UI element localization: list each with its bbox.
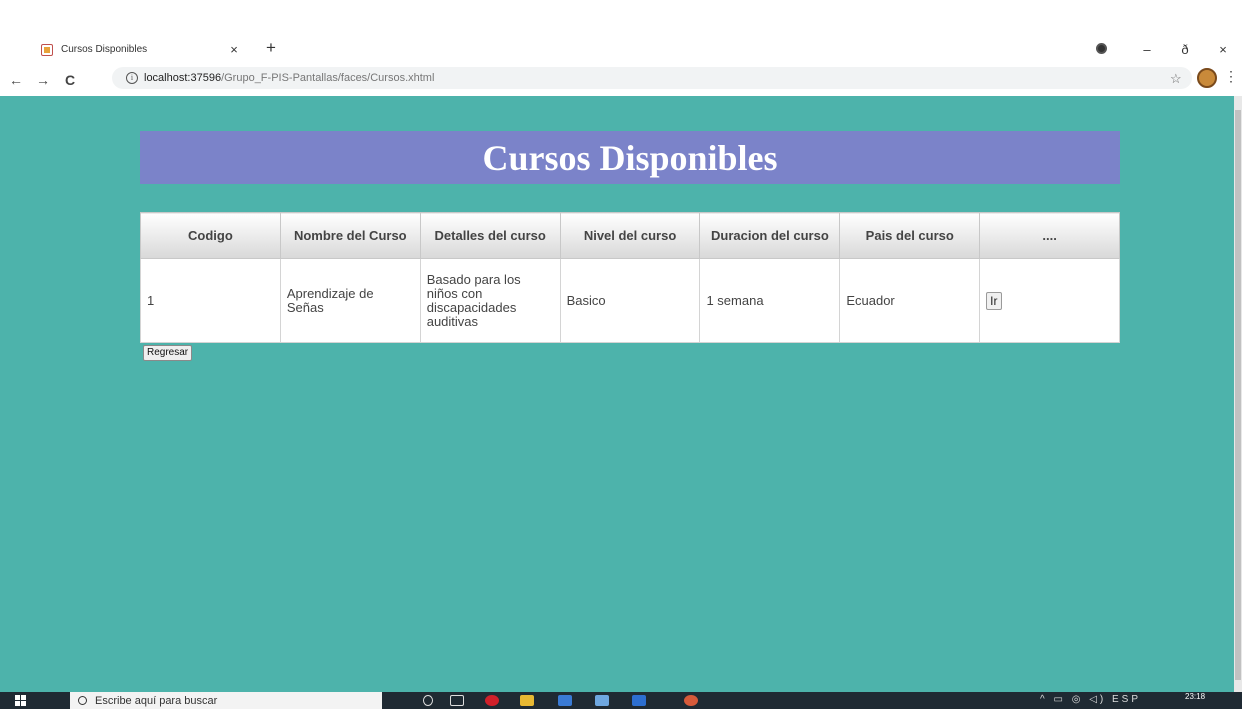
page-content: Cursos Disponibles Codigo Nombre del Cur… [0,96,1234,692]
new-tab-button[interactable]: + [262,39,280,57]
header-actions: .... [979,212,1120,259]
cell-codigo: 1 [140,258,281,343]
search-icon [78,696,87,705]
browser-menu-icon[interactable]: ⋮ [1224,68,1238,85]
chrome-icon[interactable] [684,695,698,706]
close-window-button[interactable]: × [1204,42,1242,57]
browser-toolbar: ← → C i localhost:37596 /Grupo_F-PIS-Pan… [0,63,1242,96]
header-nombre: Nombre del Curso [279,212,421,259]
header-detalles: Detalles del curso [419,212,561,259]
cortana-icon[interactable] [423,695,433,706]
store-icon[interactable] [595,695,609,706]
courses-table: Codigo Nombre del Curso Detalles del cur… [140,212,1120,343]
profile-avatar[interactable] [1197,68,1217,88]
minimize-button[interactable]: – [1128,42,1166,57]
mail-icon[interactable] [558,695,572,706]
forward-arrow-icon[interactable]: → [32,72,54,88]
page-favicon-icon [41,43,53,56]
back-arrow-icon[interactable]: ← [5,72,27,88]
cell-pais: Ecuador [839,258,981,343]
opera-icon[interactable] [485,695,499,706]
bookmark-star-icon[interactable]: ☆ [1170,71,1182,87]
system-tray[interactable]: ^ ▭ ◎ ◁) ESP [1040,694,1141,705]
cell-duracion: 1 semana [699,258,841,343]
page-banner: Cursos Disponibles [140,131,1120,184]
cell-detalles: Basado para los niños con discapacidades… [419,258,561,343]
site-info-icon[interactable]: i [126,72,138,84]
url-path: /Grupo_F-PIS-Pantallas/faces/Cursos.xhtm… [221,72,435,84]
header-duracion: Duracion del curso [699,212,841,259]
taskbar-search-placeholder: Escribe aquí para buscar [95,694,218,707]
windows-start-icon[interactable] [15,695,27,707]
regresar-button[interactable]: Regresar [143,345,193,361]
tab-close-icon[interactable]: × [226,42,242,57]
header-pais: Pais del curso [839,212,981,259]
page-title: Cursos Disponibles [482,137,778,178]
header-nivel: Nivel del curso [559,212,701,259]
taskbar-clock[interactable]: 23:18 [1185,692,1205,701]
tab-title: Cursos Disponibles [61,44,148,55]
maximize-button[interactable]: ð [1166,42,1204,57]
window-controls: – ð × [1128,36,1242,62]
ir-button[interactable]: Ir [986,291,1002,310]
header-codigo: Codigo [140,212,281,259]
task-view-icon[interactable] [450,695,464,706]
cell-nivel: Basico [559,258,701,343]
file-explorer-icon[interactable] [520,695,534,706]
table-row: 1 Aprendizaje de Señas Basado para los n… [140,258,1120,343]
app-icon[interactable] [632,695,646,706]
tab-cursos-disponibles[interactable]: Cursos Disponibles × [33,36,250,63]
scrollbar-thumb[interactable] [1235,110,1241,680]
taskbar: Escribe aquí para buscar ^ ▭ ◎ ◁) ESP 23… [0,692,1242,709]
cell-nombre: Aprendizaje de Señas [279,258,421,343]
cell-action: Ir [979,258,1120,343]
table-header-row: Codigo Nombre del Curso Detalles del cur… [140,212,1120,259]
address-bar[interactable]: i localhost:37596 /Grupo_F-PIS-Pantallas… [112,67,1192,89]
account-indicator-icon[interactable] [1096,43,1107,54]
reload-icon[interactable]: C [59,72,81,88]
taskbar-search[interactable]: Escribe aquí para buscar [70,692,382,709]
browser-window: Cursos Disponibles × + – ð × ← → C i loc… [0,0,1242,709]
language-indicator[interactable]: ESP [1112,694,1141,705]
url-host: localhost:37596 [144,72,222,84]
